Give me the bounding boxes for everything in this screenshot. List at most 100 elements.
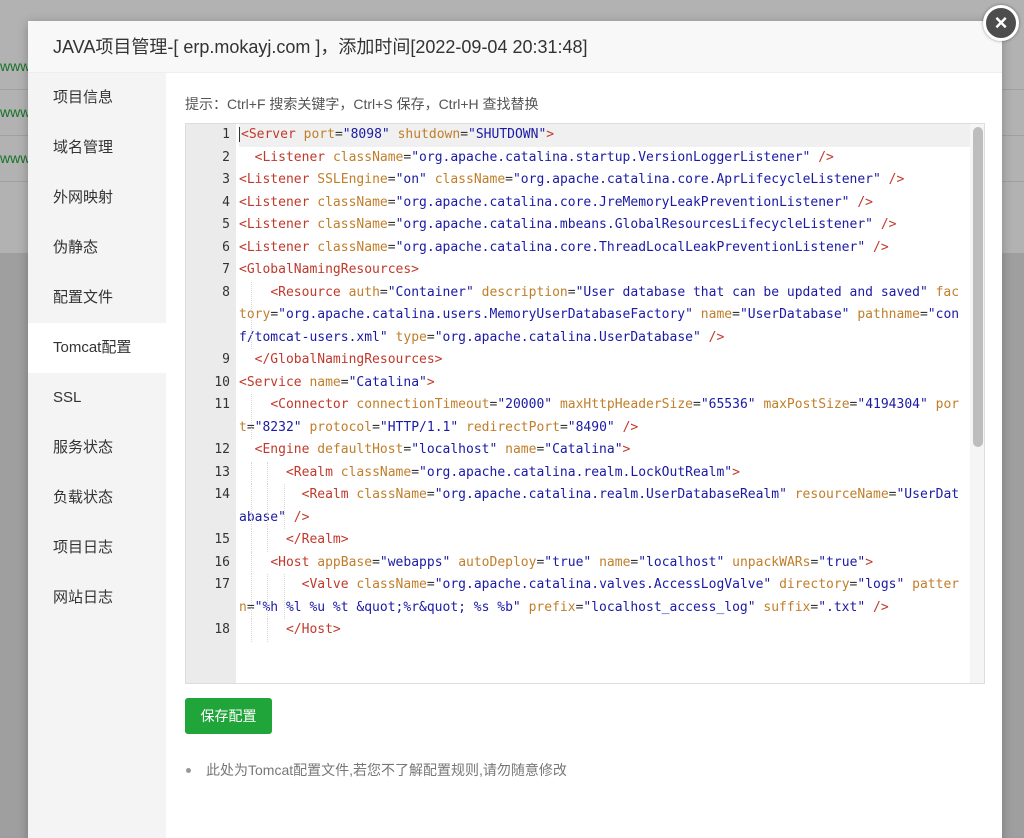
sidebar-item-domain[interactable]: 域名管理 [28, 123, 166, 173]
code-text: <Listener SSLEngine="on" className="org.… [239, 169, 970, 192]
code-token-tag: > [622, 442, 631, 457]
code-line[interactable]: 7 <GlobalNamingResources> [186, 259, 970, 282]
code-text: </GlobalNamingResources> [239, 349, 970, 372]
code-token-val: "org.apache.catalina.core.ThreadLocalLea… [395, 239, 866, 255]
code-token-attr: className [340, 464, 412, 480]
code-token-val: "8098" [342, 127, 390, 142]
code-space: = [732, 307, 740, 322]
code-line[interactable]: 4 <Listener className="org.apache.catalin… [186, 192, 970, 215]
code-text: <Listener className="org.apache.catalina… [239, 214, 970, 237]
sidebar-item-load-status[interactable]: 负载状态 [28, 473, 166, 523]
code-space: = [387, 217, 396, 232]
code-token-tag: /> [857, 194, 873, 210]
code-line[interactable]: 12 <Engine defaultHost="localhost" name=… [186, 439, 970, 462]
code-line[interactable]: 17 <Valve className="org.apache.catalina… [186, 574, 970, 619]
code-token-attr: suffix [763, 599, 811, 615]
code-token-attr: port [303, 127, 335, 142]
code-editor[interactable]: 1 <Server port="8098" shutdown="SHUTDOWN"… [185, 123, 985, 684]
sidebar-item-rewrite[interactable]: 伪静态 [28, 223, 166, 273]
code-line[interactable]: 8 <Resource auth="Container" description… [186, 281, 970, 349]
code-token-attr: auth [348, 284, 380, 300]
editor-code-area[interactable]: 1 <Server port="8098" shutdown="SHUTDOWN"… [186, 124, 970, 683]
code-line[interactable]: 13 <Realm className="org.apache.catalina… [186, 461, 970, 484]
indent-guide [267, 529, 268, 552]
line-number: 16 [214, 554, 230, 570]
code-line[interactable]: 16 <Host appBase="webapps" autoDeploy="t… [186, 551, 970, 574]
indent-guide [267, 461, 268, 484]
code-token-val: "logs" [857, 577, 905, 592]
code-token-val: "8490" [567, 419, 615, 435]
code-token-tag: <Resource [270, 284, 341, 300]
sidebar-item-config-file[interactable]: 配置文件 [28, 273, 166, 323]
code-token-tag: <Listener [239, 194, 310, 210]
sidebar-item-label: SSL [53, 389, 82, 406]
code-token-attr: defaultHost [317, 442, 404, 457]
line-number: 3 [222, 172, 230, 187]
code-token-val: "org.apache.catalina.users.MemoryUserDat… [278, 307, 693, 322]
indent-guide [251, 281, 252, 349]
code-token-attr: pathname [857, 307, 920, 322]
code-token-tag: <Realm [285, 464, 333, 480]
line-number: 11 [214, 397, 230, 412]
code-line[interactable]: 15 </Realm> [186, 529, 970, 552]
code-token-attr: className [356, 487, 427, 502]
code-line[interactable]: 5 <Listener className="org.apache.catalin… [186, 214, 970, 237]
code-token-attr: connectionTimeout [356, 397, 490, 412]
editor-scrollbar[interactable] [970, 124, 984, 683]
code-space: = [387, 239, 396, 255]
code-space: = [505, 172, 513, 187]
code-token-attr: redirectPort [466, 419, 560, 435]
code-token-val: "HTTP/1.1" [379, 419, 459, 435]
sidebar-item-site-log[interactable]: 网站日志 [28, 573, 166, 623]
line-number: 6 [222, 239, 230, 255]
indent-guide [284, 484, 285, 529]
code-line[interactable]: 2 <Listener className="org.apache.catali… [186, 147, 970, 170]
code-line[interactable]: 6 <Listener className="org.apache.catalin… [186, 237, 970, 260]
code-space: = [567, 284, 576, 300]
code-token-val: "org.apache.catalina.mbeans.GlobalResour… [395, 217, 873, 232]
code-token-tag: /> [293, 509, 310, 525]
code-token-val: "org.apache.catalina.realm.LockOutRealm" [419, 464, 733, 480]
code-token-tag: /> [622, 419, 639, 435]
sidebar-item-service-status[interactable]: 服务状态 [28, 423, 166, 473]
sidebar-item-port-mapping[interactable]: 外网映射 [28, 173, 166, 223]
code-text: <GlobalNamingResources> [239, 259, 970, 282]
code-line[interactable]: 3 <Listener SSLEngine="on" className="org… [186, 169, 970, 192]
code-line[interactable]: 14 <Realm className="org.apache.catalina… [186, 484, 970, 529]
save-config-button[interactable]: 保存配置 [185, 698, 272, 734]
code-line[interactable]: 11 <Connector connectionTimeout = "20000" … [186, 394, 970, 439]
indent-guide [267, 619, 268, 642]
code-space: = [426, 577, 435, 592]
sidebar-item-project-log[interactable]: 项目日志 [28, 523, 166, 573]
code-space: = [334, 127, 343, 142]
code-token-tag: <Valve [301, 577, 349, 592]
code-token-val: "org.apache.catalina.UserDatabase" [434, 329, 701, 345]
sidebar-item-ssl[interactable]: SSL [28, 373, 166, 423]
close-icon[interactable]: × [983, 5, 1019, 41]
code-space: = [460, 127, 469, 142]
line-number: 7 [222, 262, 230, 277]
code-line[interactable]: 1 <Server port="8098" shutdown="SHUTDOWN"… [186, 124, 970, 147]
line-number: 14 [214, 487, 230, 502]
code-line[interactable]: 9 </GlobalNamingResources> [186, 349, 970, 372]
sidebar-item-tomcat-config[interactable]: Tomcat配置 [28, 323, 166, 373]
code-line[interactable]: 18 </Host> [186, 619, 970, 642]
code-token-tag: /> [888, 172, 905, 187]
sidebar-item-project-info[interactable]: 项目信息 [28, 73, 166, 123]
code-token-tag: /> [873, 239, 889, 255]
code-line[interactable]: 10 <Service name="Catalina"> [186, 372, 970, 395]
editor-scroll-thumb[interactable] [973, 127, 983, 447]
code-token-attr: className [356, 577, 427, 592]
line-number: 15 [214, 532, 230, 547]
code-token-attr: className [317, 217, 388, 232]
